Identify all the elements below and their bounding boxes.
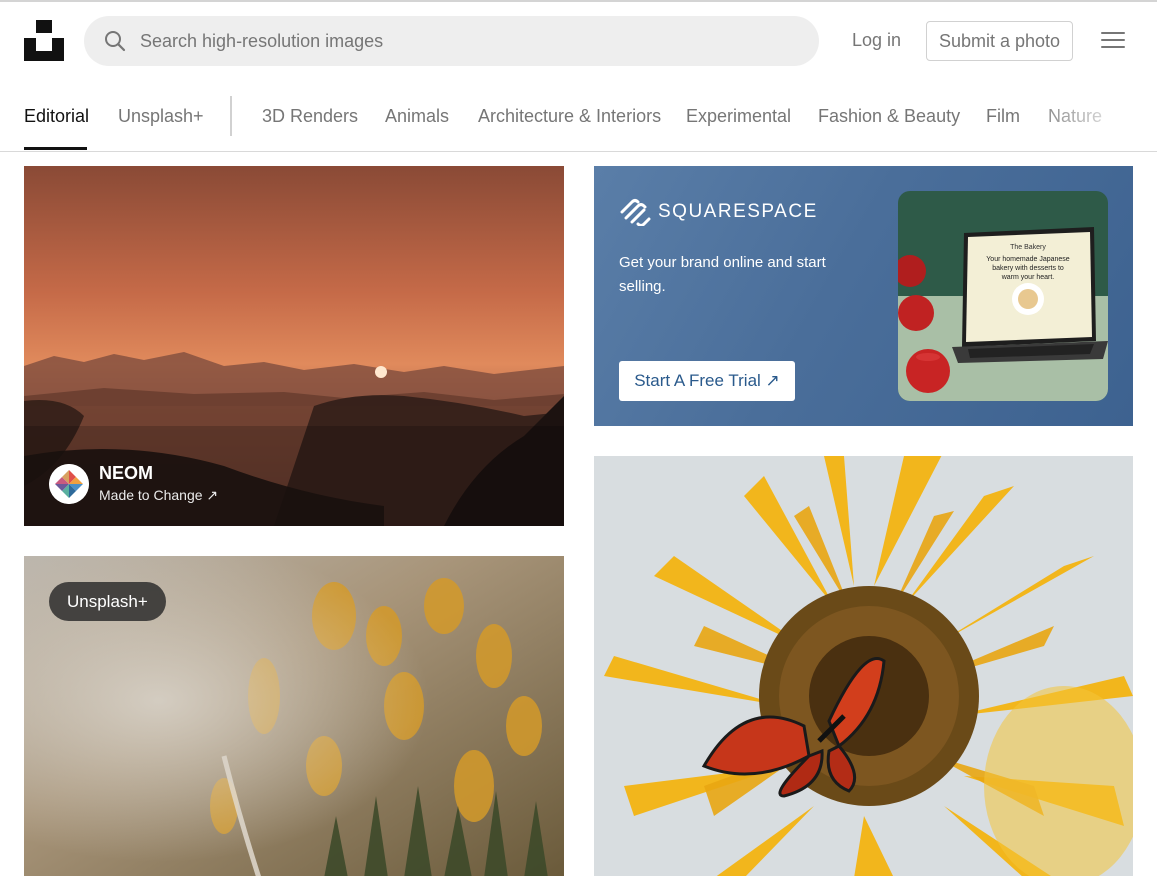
- tab-animals[interactable]: Animals: [385, 106, 449, 127]
- svg-text:Your homemade Japanese: Your homemade Japanese: [986, 256, 1070, 263]
- tab-nature[interactable]: Nature: [1048, 106, 1102, 127]
- tab-architecture-interiors[interactable]: Architecture & Interiors: [478, 106, 661, 127]
- nav-divider: [230, 96, 232, 136]
- tab-experimental[interactable]: Experimental: [686, 106, 791, 127]
- ad-copy: Get your brand online and start selling.: [619, 254, 826, 295]
- topics-nav: Editorial Unsplash+ 3D Renders Animals A…: [0, 82, 1157, 152]
- squarespace-logo-icon: [620, 199, 651, 226]
- tab-editorial[interactable]: Editorial: [24, 106, 89, 127]
- unsplash-plus-badge: Unsplash+: [49, 582, 166, 621]
- start-free-trial-button[interactable]: Start A Free Trial ↗: [619, 361, 795, 401]
- sponsor-name[interactable]: NEOM: [99, 463, 153, 484]
- svg-text:The Bakery: The Bakery: [1010, 244, 1046, 251]
- ad-laptop-image: The Bakery Your homemade Japanese bakery…: [898, 191, 1108, 401]
- svg-text:bakery with desserts to: bakery with desserts to: [992, 265, 1064, 272]
- search-icon[interactable]: [104, 30, 126, 52]
- photo-foggy-forest[interactable]: Unsplash+: [24, 556, 564, 876]
- svg-text:warm your heart.: warm your heart.: [1001, 274, 1055, 281]
- search-bar[interactable]: [84, 16, 819, 66]
- active-tab-underline: [24, 147, 87, 150]
- top-header: Log in Submit a photo: [0, 2, 1157, 82]
- photo-sunflower-butterfly[interactable]: [594, 456, 1133, 876]
- submit-photo-button[interactable]: Submit a photo: [926, 21, 1073, 61]
- squarespace-ad[interactable]: SQUARESPACE Get your brand online and st…: [594, 166, 1133, 426]
- tab-film[interactable]: Film: [986, 106, 1020, 127]
- login-link[interactable]: Log in: [852, 30, 901, 51]
- ad-brand-name: SQUARESPACE: [658, 201, 818, 222]
- tab-3d-renders[interactable]: 3D Renders: [262, 106, 358, 127]
- search-input[interactable]: [140, 16, 790, 66]
- hamburger-menu-icon[interactable]: [1101, 32, 1125, 50]
- sponsor-tagline-link[interactable]: Made to Change ↗: [99, 487, 218, 504]
- sponsor-avatar[interactable]: [49, 464, 89, 504]
- tab-unsplash-plus[interactable]: Unsplash+: [118, 106, 204, 127]
- unsplash-logo-icon[interactable]: [24, 20, 64, 61]
- tab-fashion-beauty[interactable]: Fashion & Beauty: [818, 106, 960, 127]
- photo-desert-sunset[interactable]: NEOM Made to Change ↗: [24, 166, 564, 526]
